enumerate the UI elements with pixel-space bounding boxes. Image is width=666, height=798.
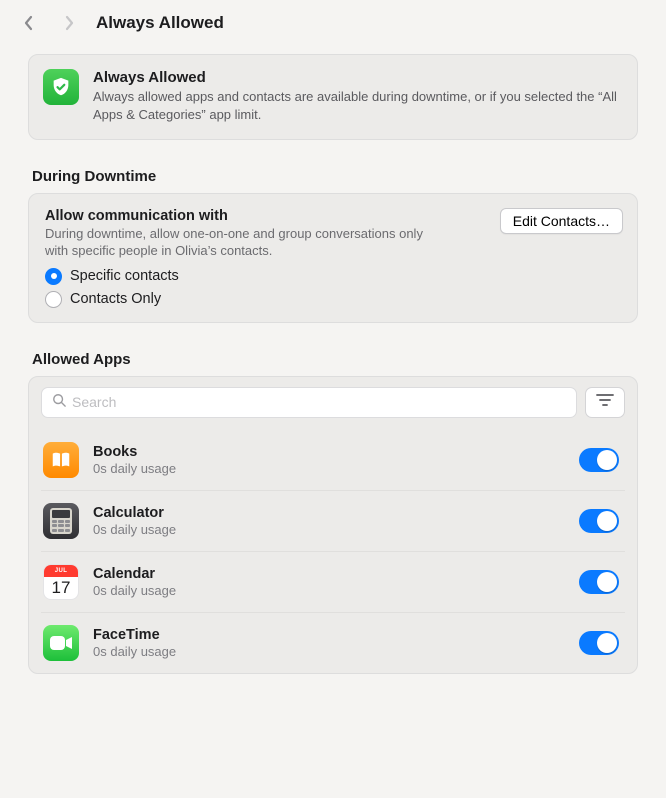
filter-icon [596,393,614,412]
app-name: FaceTime [93,627,565,643]
radio-specific-contacts[interactable]: Specific contacts [45,268,623,285]
app-toggle[interactable] [579,631,619,655]
facetime-icon [43,625,79,661]
section-downtime-label: During Downtime [32,168,638,185]
app-list: Books 0s daily usage Calculator 0s daily… [41,430,625,673]
radio-contacts-only[interactable]: Contacts Only [45,291,623,308]
section-apps-label: Allowed Apps [32,351,638,368]
app-toggle[interactable] [579,448,619,472]
downtime-description: During downtime, allow one-on-one and gr… [45,226,445,260]
app-name: Calendar [93,566,565,582]
app-toggle[interactable] [579,509,619,533]
filter-button[interactable] [585,387,625,418]
app-row-books: Books 0s daily usage [41,430,625,491]
app-name: Books [93,444,565,460]
forward-button[interactable] [54,8,84,38]
app-name: Calculator [93,505,565,521]
downtime-title: Allow communication with [45,208,488,224]
banner-title: Always Allowed [93,69,621,86]
radio-label: Specific contacts [70,268,179,284]
app-row-facetime: FaceTime 0s daily usage [41,613,625,673]
radio-label: Contacts Only [70,291,161,307]
always-allowed-banner: Always Allowed Always allowed apps and c… [28,54,638,140]
app-usage: 0s daily usage [93,522,565,537]
search-icon [52,393,66,412]
page-title: Always Allowed [96,13,224,33]
app-usage: 0s daily usage [93,583,565,598]
shield-check-icon [43,69,79,105]
radio-icon [45,291,62,308]
search-input[interactable] [72,394,566,410]
edit-contacts-button[interactable]: Edit Contacts… [500,208,623,234]
downtime-panel: Allow communication with During downtime… [28,193,638,323]
calendar-icon: JUL17 [43,564,79,600]
apps-panel: Books 0s daily usage Calculator 0s daily… [28,376,638,674]
app-row-calculator: Calculator 0s daily usage [41,491,625,552]
calculator-icon [43,503,79,539]
search-input-container[interactable] [41,387,577,418]
banner-description: Always allowed apps and contacts are ava… [93,88,621,123]
app-toggle[interactable] [579,570,619,594]
books-icon [43,442,79,478]
app-usage: 0s daily usage [93,644,565,659]
radio-icon [45,268,62,285]
back-button[interactable] [14,8,44,38]
app-usage: 0s daily usage [93,461,565,476]
app-row-calendar: JUL17 Calendar 0s daily usage [41,552,625,613]
